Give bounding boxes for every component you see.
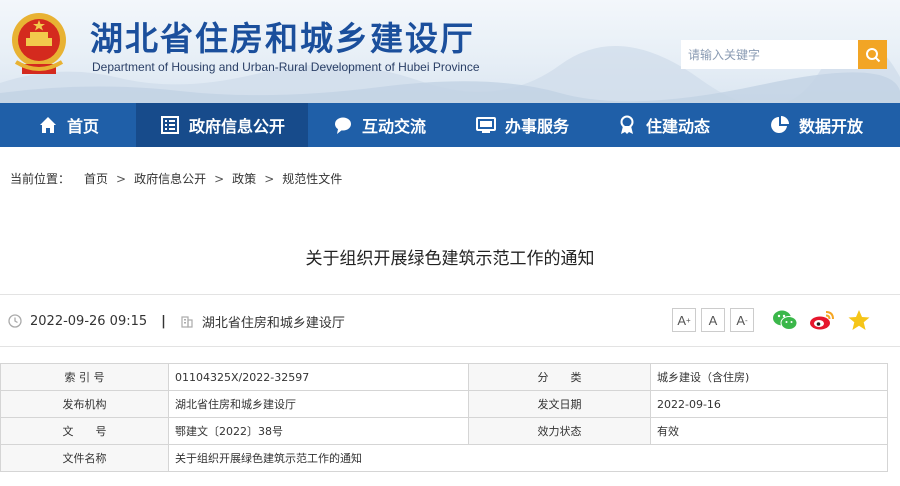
table-row: 文件名称 关于组织开展绿色建筑示范工作的通知 xyxy=(0,444,888,472)
article-title: 关于组织开展绿色建筑示范工作的通知 xyxy=(305,249,595,269)
table-row: 发布机构 湖北省住房和城乡建设厅 发文日期 2022-09-16 xyxy=(0,390,888,418)
monitor-icon xyxy=(475,114,497,136)
info-label: 分 类 xyxy=(468,363,651,391)
font-decrease-button[interactable]: A-A- xyxy=(730,308,754,332)
info-label: 效力状态 xyxy=(468,417,651,445)
info-label: 索 引 号 xyxy=(0,363,169,391)
building-icon xyxy=(181,316,193,328)
breadcrumb-separator: > xyxy=(116,171,127,186)
article-meta: 2022-09-26 09:15 | 湖北省住房和城乡建设厅 xyxy=(8,311,345,331)
share-bar xyxy=(772,308,872,332)
breadcrumb-gov-info[interactable]: 政府信息公开 xyxy=(134,170,206,187)
info-label: 发布机构 xyxy=(0,390,169,418)
divider xyxy=(0,346,900,347)
info-label: 文 号 xyxy=(0,417,169,445)
info-label: 文件名称 xyxy=(0,444,169,472)
site-title: 湖北省住房和城乡建设厅 xyxy=(90,19,475,58)
pie-chart-icon xyxy=(769,114,791,136)
breadcrumb-home[interactable]: 首页 xyxy=(84,170,108,187)
breadcrumb-policy[interactable]: 政策 xyxy=(232,170,256,187)
nav-label: 互动交流 xyxy=(361,117,426,136)
nav-item-gov-info[interactable]: 政府信息公开 xyxy=(136,103,308,147)
nav-label: 政府信息公开 xyxy=(188,117,285,136)
breadcrumb-normative-docs[interactable]: 规范性文件 xyxy=(282,170,342,187)
speech-bubble-icon xyxy=(332,114,354,136)
nav-label: 数据开放 xyxy=(798,117,863,136)
site-header: 湖北省住房和城乡建设厅 Department of Housing and Ur… xyxy=(0,0,900,103)
divider xyxy=(0,294,900,295)
wechat-icon[interactable] xyxy=(772,308,798,332)
nav-item-home[interactable]: 首页 xyxy=(0,103,136,147)
search-box xyxy=(681,40,887,69)
main-nav: 首页 政府信息公开 互动交流 办事服务 住建动态 数据开放 xyxy=(0,103,900,147)
table-row: 索 引 号 01104325X/2022-32597 分 类 城乡建设（含住房) xyxy=(0,363,888,391)
info-value: 01104325X/2022-32597 xyxy=(168,363,469,391)
weibo-icon[interactable] xyxy=(809,308,835,332)
info-value: 关于组织开展绿色建筑示范工作的通知 xyxy=(168,444,888,472)
article-source: 湖北省住房和城乡建设厅 xyxy=(201,315,345,331)
search-icon xyxy=(865,47,880,62)
info-value: 有效 xyxy=(650,417,888,445)
info-value: 鄂建文〔2022〕38号 xyxy=(168,417,469,445)
award-icon xyxy=(616,114,638,136)
nav-label: 住建动态 xyxy=(645,117,710,136)
document-list-icon xyxy=(159,114,181,136)
breadcrumb-separator: > xyxy=(264,171,275,186)
home-icon xyxy=(37,114,59,136)
info-value: 2022-09-16 xyxy=(650,390,888,418)
nav-item-open-data[interactable]: 数据开放 xyxy=(732,103,900,147)
breadcrumb: 当前位置： 首页 > 政府信息公开 > 政策 > 规范性文件 xyxy=(10,170,342,187)
site-subtitle: Department of Housing and Urban-Rural De… xyxy=(92,60,480,74)
font-default-button[interactable]: A xyxy=(701,308,725,332)
document-info-table: 索 引 号 01104325X/2022-32597 分 类 城乡建设（含住房)… xyxy=(0,363,888,472)
font-increase-button[interactable]: A+A+ xyxy=(672,308,696,332)
breadcrumb-separator: > xyxy=(214,171,225,186)
national-emblem-icon xyxy=(12,13,66,74)
nav-label: 首页 xyxy=(66,117,99,136)
nav-item-services[interactable]: 办事服务 xyxy=(450,103,594,147)
nav-label: 办事服务 xyxy=(504,117,569,136)
nav-item-news[interactable]: 住建动态 xyxy=(594,103,732,147)
meta-separator: | xyxy=(161,313,166,329)
info-value: 湖北省住房和城乡建设厅 xyxy=(168,390,469,418)
publish-datetime: 2022-09-26 09:15 xyxy=(30,313,148,329)
font-size-controls: A+A+ A A-A- xyxy=(672,308,754,332)
clock-icon xyxy=(8,314,22,328)
favorite-star-icon[interactable] xyxy=(846,308,872,332)
info-value: 城乡建设（含住房) xyxy=(650,363,888,391)
search-button[interactable] xyxy=(858,40,887,69)
search-input[interactable] xyxy=(681,40,858,69)
nav-item-interaction[interactable]: 互动交流 xyxy=(308,103,450,147)
info-label: 发文日期 xyxy=(468,390,651,418)
breadcrumb-label: 当前位置： xyxy=(10,172,71,186)
table-row: 文 号 鄂建文〔2022〕38号 效力状态 有效 xyxy=(0,417,888,445)
